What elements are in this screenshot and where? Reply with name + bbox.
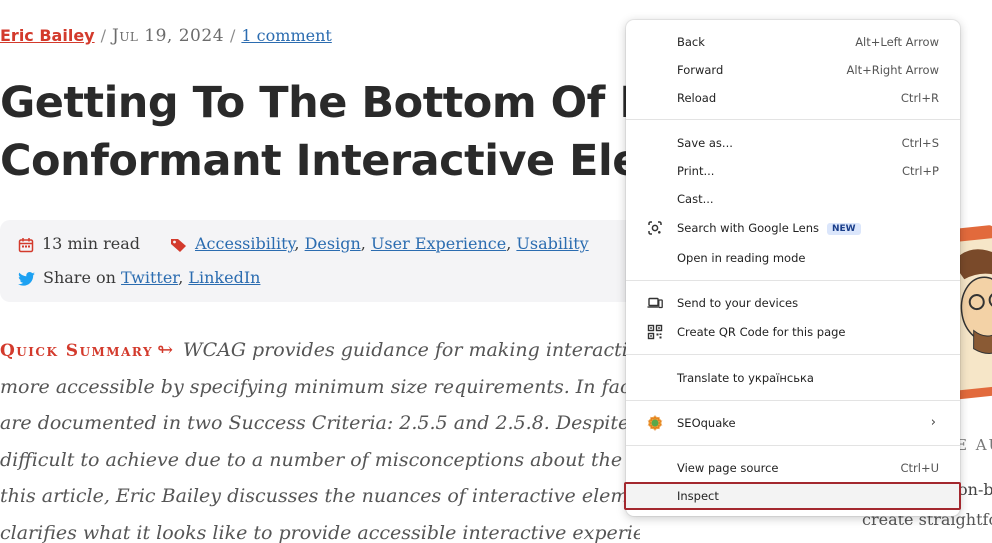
menu-item-back[interactable]: Back Alt+Left Arrow <box>626 28 960 56</box>
tag-link-design[interactable]: Design <box>305 234 361 253</box>
twitter-icon <box>18 271 35 286</box>
meta-separator: / <box>230 26 236 45</box>
menu-item-save-as[interactable]: Save as... Ctrl+S <box>626 129 960 157</box>
share-label: Share on <box>43 268 116 287</box>
menu-item-qr-code[interactable]: Create QR Code for this page <box>626 318 960 346</box>
quick-summary: Quick Summary ↬ WCAG provides guidance fo… <box>0 332 640 543</box>
summary-line: clarifies what it looks like to provide … <box>0 521 640 543</box>
menu-divider <box>626 119 960 120</box>
menu-divider <box>626 280 960 281</box>
comments-link[interactable]: 1 comment <box>241 26 331 45</box>
shortcut: Ctrl+P <box>901 164 939 178</box>
share-twitter-link[interactable]: Twitter <box>121 268 178 287</box>
menu-divider <box>626 445 960 446</box>
menu-item-google-lens[interactable]: Search with Google Lens NEW <box>626 214 960 242</box>
google-lens-icon <box>648 221 662 235</box>
share-row: Share on Twitter, LinkedIn <box>18 268 260 287</box>
menu-item-cast[interactable]: Cast... <box>626 185 960 213</box>
share-linkedin-link[interactable]: LinkedIn <box>188 268 260 287</box>
sidebar-text: on-b <box>958 480 992 499</box>
meta-separator: / <box>100 26 106 45</box>
tag-link-user-experience[interactable]: User Experience <box>371 234 506 253</box>
article-info-box: 13 min read Accessibility, Design, User … <box>0 220 660 302</box>
devices-icon <box>647 297 663 309</box>
read-time: 13 min read <box>18 234 140 253</box>
menu-item-reload[interactable]: Reload Ctrl+R <box>626 84 960 112</box>
menu-item-translate[interactable]: Translate to українська <box>626 364 960 392</box>
qr-code-icon <box>647 324 663 340</box>
menu-item-inspect[interactable]: Inspect <box>624 482 961 510</box>
menu-item-seoquake[interactable]: SEOquake › <box>626 409 960 437</box>
menu-item-send-to-devices[interactable]: Send to your devices <box>626 289 960 317</box>
read-time-text: 13 min read <box>42 234 141 253</box>
menu-item-print[interactable]: Print... Ctrl+P <box>626 157 960 185</box>
publish-date: Jul 19, 2024 <box>112 26 225 46</box>
seoquake-icon <box>647 415 663 431</box>
article-meta: Eric Bailey / Jul 19, 2024 / 1 comment <box>0 26 332 46</box>
calendar-icon <box>18 237 34 252</box>
tag-list: Accessibility, Design, User Experience, … <box>170 234 589 253</box>
shortcut: Alt+Right Arrow <box>846 63 939 77</box>
new-badge: NEW <box>827 223 861 235</box>
shortcut: Alt+Left Arrow <box>855 35 939 49</box>
summary-line: are documented in two Success Criteria: … <box>0 412 640 434</box>
menu-divider <box>626 400 960 401</box>
tag-link-usability[interactable]: Usability <box>516 234 588 253</box>
tag-icon <box>171 238 186 252</box>
author-link[interactable]: Eric Bailey <box>0 26 95 45</box>
menu-item-forward[interactable]: Forward Alt+Right Arrow <box>626 56 960 84</box>
sidebar-heading: E AU <box>956 436 992 454</box>
summary-line: this article, Eric Bailey discusses the … <box>0 485 640 507</box>
shortcut: Ctrl+R <box>900 91 939 105</box>
summary-line: Quick Summary ↬ WCAG provides guidance fo… <box>0 339 640 361</box>
menu-item-reading-mode[interactable]: Open in reading mode <box>626 244 960 272</box>
summary-arrow-icon: ↬ <box>157 339 173 361</box>
shortcut: Ctrl+S <box>901 136 939 150</box>
shortcut: Ctrl+U <box>900 461 939 475</box>
chevron-right-icon: › <box>930 415 936 430</box>
tag-link-accessibility[interactable]: Accessibility <box>195 234 294 253</box>
menu-item-view-source[interactable]: View page source Ctrl+U <box>626 454 960 482</box>
summary-line: difficult to achieve due to a number of … <box>0 448 640 471</box>
summary-label: Quick Summary <box>0 341 154 361</box>
menu-divider <box>626 354 960 355</box>
context-menu: Back Alt+Left Arrow Forward Alt+Right Ar… <box>624 20 961 516</box>
summary-line: more accessible by specifying minimum si… <box>0 375 640 398</box>
